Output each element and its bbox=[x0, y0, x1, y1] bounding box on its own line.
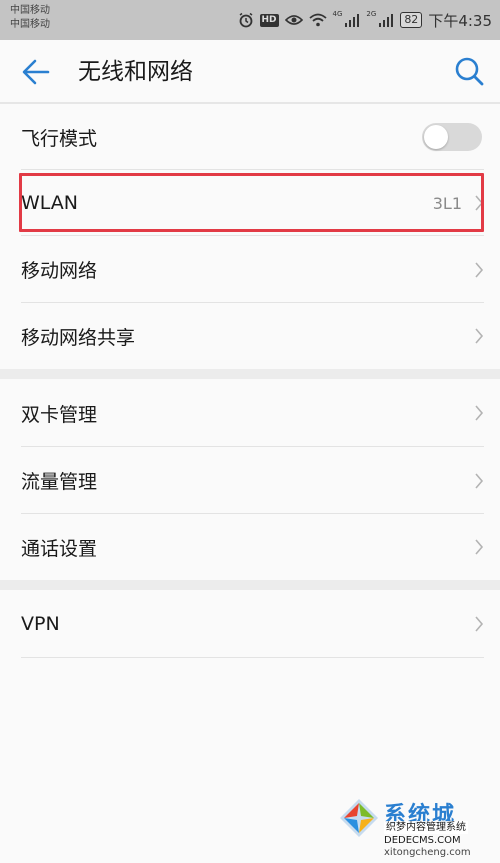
setting-vpn[interactable]: VPN bbox=[0, 590, 500, 658]
carrier-1: 中国移动 bbox=[10, 5, 50, 16]
search-icon[interactable] bbox=[452, 54, 486, 88]
carrier-names: 中国移动 中国移动 bbox=[10, 4, 50, 32]
wifi-icon bbox=[308, 13, 327, 27]
chevron-right-icon bbox=[475, 261, 484, 278]
mobile-network-label: 移动网络 bbox=[21, 260, 98, 282]
wlan-highlight-box bbox=[19, 173, 484, 232]
network-type-2: 2G bbox=[366, 10, 377, 18]
network-type-1: 4G bbox=[332, 10, 343, 18]
setting-call-settings[interactable]: 通话设置 bbox=[0, 514, 500, 580]
airplane-mode-label: 飞行模式 bbox=[21, 127, 98, 150]
signal-icon bbox=[345, 14, 360, 27]
setting-dual-sim[interactable]: 双卡管理 bbox=[0, 379, 500, 447]
chevron-right-icon bbox=[475, 539, 484, 555]
section-gap bbox=[0, 369, 500, 379]
clock: 下午4:35 bbox=[428, 11, 492, 30]
status-bar: 中国移动 中国移动 HD 4G 2G 82 下午4:35 bbox=[0, 0, 500, 40]
airplane-mode-toggle[interactable] bbox=[422, 123, 482, 151]
hd-badge: HD bbox=[259, 13, 279, 27]
watermark-site: DEDECMS.COM bbox=[384, 835, 461, 846]
setting-tethering[interactable]: 移动网络共享 bbox=[0, 303, 500, 369]
windows-logo-icon bbox=[340, 799, 378, 837]
chevron-right-icon bbox=[475, 616, 484, 632]
dual-sim-label: 双卡管理 bbox=[21, 403, 98, 426]
battery-icon: 82 bbox=[400, 12, 423, 28]
row-divider bbox=[21, 657, 484, 658]
setting-data-usage[interactable]: 流量管理 bbox=[0, 447, 500, 514]
call-settings-label: 通话设置 bbox=[21, 537, 98, 560]
tethering-label: 移动网络共享 bbox=[21, 326, 136, 349]
watermark-domain: xitongcheng.com bbox=[384, 847, 471, 858]
chevron-right-icon bbox=[475, 472, 484, 489]
data-usage-label: 流量管理 bbox=[21, 471, 98, 493]
arrow-left-icon[interactable] bbox=[20, 56, 52, 88]
setting-airplane-mode[interactable]: 飞行模式 bbox=[0, 104, 500, 170]
chevron-right-icon bbox=[475, 328, 484, 344]
page-title: 无线和网络 bbox=[78, 59, 193, 85]
alarm-icon bbox=[239, 12, 252, 28]
vpn-label: VPN bbox=[21, 613, 60, 635]
setting-mobile-network[interactable]: 移动网络 bbox=[0, 236, 500, 303]
toggle-knob bbox=[424, 125, 448, 149]
status-icons: HD 4G 2G 82 下午4:35 bbox=[238, 8, 492, 32]
signal-icon-2 bbox=[379, 14, 394, 27]
watermark-subtitle: 织梦内容管理系统 bbox=[384, 821, 468, 834]
chevron-right-icon bbox=[475, 405, 484, 421]
watermark: 系统城 织梦内容管理系统 DEDECMS.COM xitongcheng.com bbox=[336, 791, 496, 861]
app-bar: 无线和网络 bbox=[0, 40, 500, 104]
carrier-2: 中国移动 bbox=[10, 19, 50, 30]
section-gap bbox=[0, 580, 500, 590]
eye-icon bbox=[284, 15, 303, 25]
